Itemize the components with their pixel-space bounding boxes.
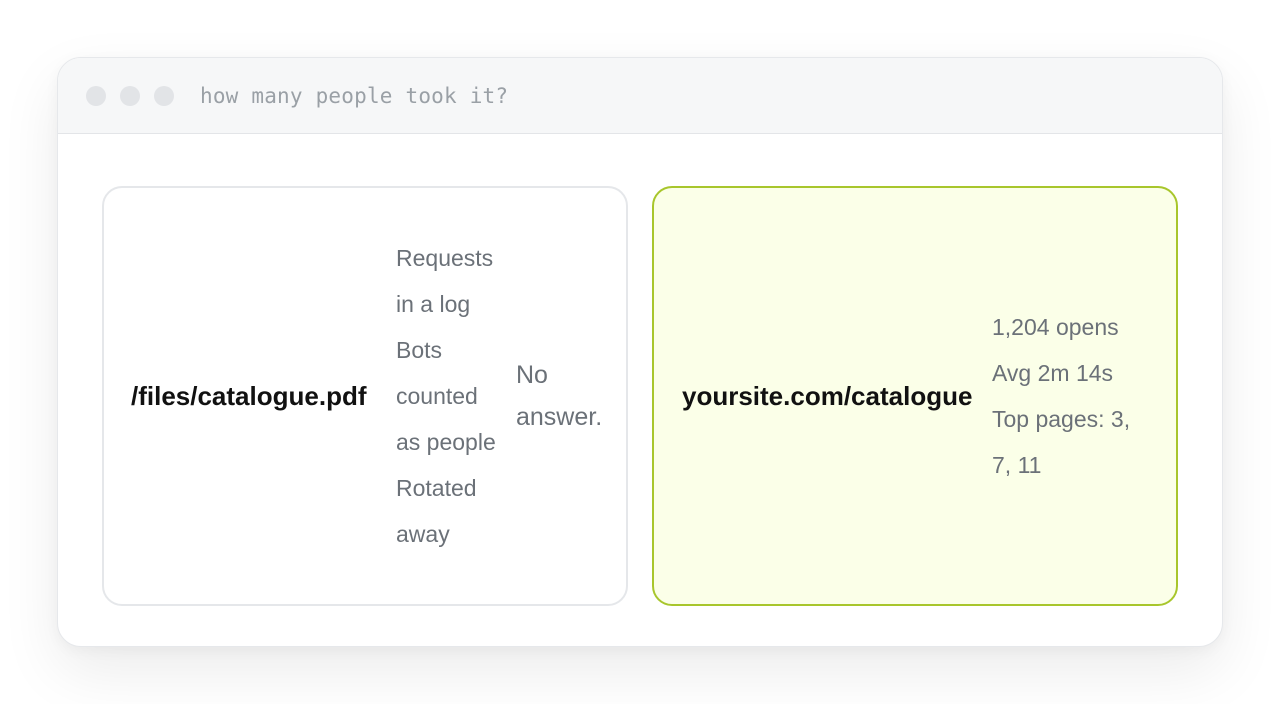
tracked-link-card: yoursite.com/catalogue 1,204 opens Avg 2… xyxy=(652,186,1178,606)
window-minimize-dot-icon[interactable] xyxy=(120,85,140,106)
window-maximize-dot-icon[interactable] xyxy=(154,85,174,106)
tracked-stats-list: 1,204 opens Avg 2m 14s Top pages: 3, 7, … xyxy=(992,304,1142,488)
pdf-link-card: /files/catalogue.pdf Requests in a log B… xyxy=(102,186,628,606)
pdf-stats-list: Requests in a log Bots counted as people… xyxy=(396,235,496,557)
pdf-link-path: /files/catalogue.pdf xyxy=(131,380,367,411)
title-bar: how many people took it? xyxy=(58,58,1222,134)
pdf-stat-item: Bots counted as people xyxy=(396,337,496,455)
tracked-stat-item: Avg 2m 14s xyxy=(992,360,1114,386)
tracked-stat-item: 1,204 opens xyxy=(992,314,1119,340)
pdf-stat-item: Rotated away xyxy=(396,475,477,547)
comparison-area: /files/catalogue.pdf Requests in a log B… xyxy=(58,134,1222,646)
pdf-verdict: No answer. xyxy=(516,361,603,431)
window-close-dot-icon[interactable] xyxy=(86,85,106,106)
window-title: how many people took it? xyxy=(200,83,509,108)
tracked-stat-item: Top pages: 3, 7, 11 xyxy=(992,406,1131,478)
app-window: how many people took it? /files/catalogu… xyxy=(57,57,1223,647)
pdf-stat-item: Requests in a log xyxy=(396,245,494,317)
tracked-link-url: yoursite.com/catalogue xyxy=(682,380,973,411)
